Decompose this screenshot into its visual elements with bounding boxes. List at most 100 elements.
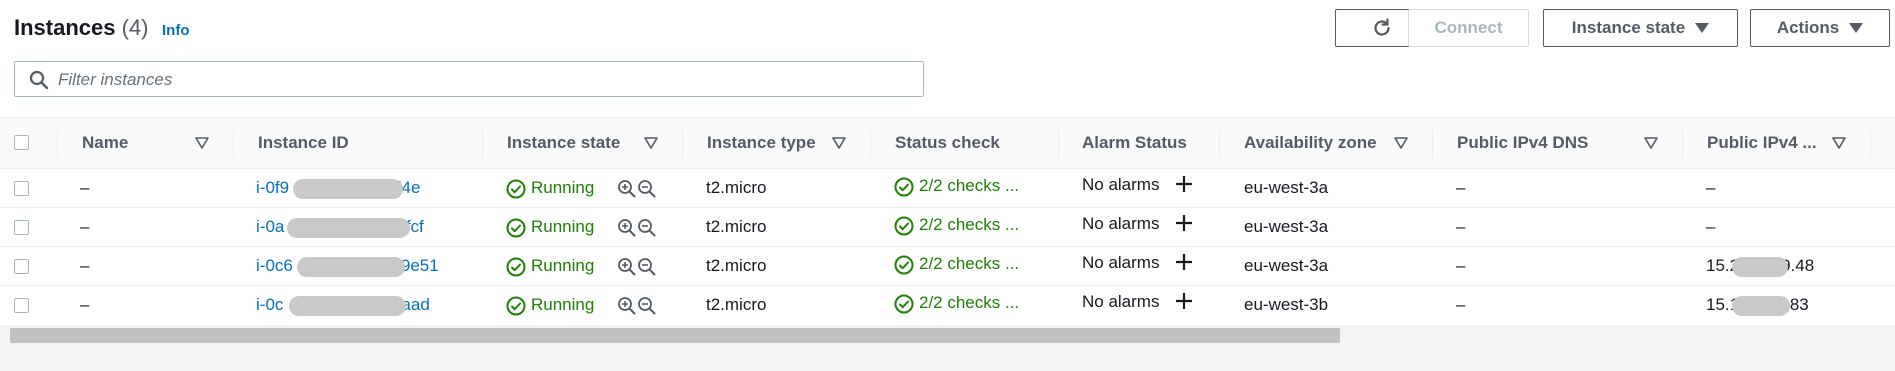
public-ipv4-start: – [1706, 178, 1716, 197]
plus-icon[interactable] [1175, 175, 1193, 193]
check-circle-icon [894, 294, 914, 314]
table-row[interactable]: – i-0c6 9e51 Running t2.micro 2/2 checks … [0, 247, 1895, 286]
zoom-in-icon[interactable] [617, 296, 637, 316]
public-ipv4-value: – [1706, 178, 1715, 198]
instance-state-value: Running [531, 178, 595, 197]
table-row[interactable]: – i-0c aad Running t2.micro 2/2 checks ..… [0, 286, 1895, 325]
redaction-mask [289, 296, 406, 316]
instance-type-value: t2.micro [706, 217, 767, 236]
instance-type-value: t2.micro [706, 178, 767, 197]
redaction-mask [287, 218, 410, 238]
table-row[interactable]: – i-0a bfcf Running t2.micro 2/2 checks .… [0, 208, 1895, 247]
alarm-status-value: No alarms [1082, 253, 1160, 272]
page-title: Instances (4) [14, 15, 149, 41]
table-row[interactable]: – i-0f9 d4e Running t2.micro 2/2 checks .… [0, 169, 1895, 208]
table-header: Name Instance ID Instance state Instance… [0, 117, 1895, 169]
column-header-instance-state[interactable]: Instance state [507, 133, 620, 153]
connect-button[interactable]: Connect [1408, 9, 1529, 47]
check-circle-icon [894, 216, 914, 236]
instance-state-value: Running [531, 295, 595, 314]
horizontal-scrollbar-thumb[interactable] [10, 328, 1340, 343]
column-header-public-ipv4[interactable]: Public IPv4 ... [1707, 133, 1817, 153]
status-check-link[interactable]: 2/2 checks ... [919, 215, 1019, 235]
search-placeholder: Filter instances [58, 70, 173, 89]
instance-id-start: i-0f9 [256, 178, 290, 197]
row-checkbox[interactable] [14, 181, 29, 196]
check-circle-icon [506, 218, 526, 238]
instance-state-value: Running [531, 256, 595, 275]
title-text: Instances [14, 15, 116, 40]
search-input[interactable]: Filter instances [14, 61, 924, 97]
instance-type-value: t2.micro [706, 295, 767, 314]
alarm-status-value: No alarms [1082, 175, 1160, 194]
plus-icon[interactable] [1175, 253, 1193, 271]
sort-down-icon[interactable] [832, 137, 846, 149]
status-check-link[interactable]: 2/2 checks ... [919, 176, 1019, 196]
status-check-link[interactable]: 2/2 checks ... [919, 293, 1019, 313]
select-all-checkbox[interactable] [14, 135, 29, 150]
check-circle-icon [506, 179, 526, 199]
zoom-in-icon[interactable] [617, 179, 637, 199]
alarm-status-value: No alarms [1082, 214, 1160, 233]
redaction-mask [293, 179, 403, 199]
public-dns-value: – [1456, 217, 1466, 236]
instance-name: – [80, 217, 90, 236]
public-dns-value: – [1456, 295, 1466, 314]
zoom-out-icon[interactable] [637, 218, 657, 238]
instance-name: – [80, 256, 90, 275]
sort-down-icon[interactable] [644, 137, 658, 149]
plus-icon[interactable] [1175, 292, 1193, 310]
instance-name: – [80, 295, 90, 314]
page-header: Instances (4) Info Connect Instance stat… [0, 0, 1895, 58]
instance-id-start: i-0a [256, 217, 285, 236]
instance-id-start: i-0c6 [256, 256, 293, 275]
alarm-status-value: No alarms [1082, 292, 1160, 311]
availability-zone-value: eu-west-3a [1244, 256, 1329, 275]
zoom-out-icon[interactable] [637, 257, 657, 277]
column-divider [233, 130, 234, 158]
instance-count: (4) [121, 15, 149, 40]
instance-state-dropdown[interactable]: Instance state [1543, 9, 1738, 47]
row-checkbox[interactable] [14, 298, 29, 313]
column-divider [1432, 130, 1433, 158]
instance-id-end: 9e51 [400, 256, 439, 275]
redaction-mask [297, 257, 405, 277]
instance-type-value: t2.micro [706, 256, 767, 275]
zoom-out-icon[interactable] [637, 179, 657, 199]
column-header-alarm-status[interactable]: Alarm Status [1082, 133, 1187, 153]
zoom-in-icon[interactable] [617, 218, 637, 238]
status-check-link[interactable]: 2/2 checks ... [919, 254, 1019, 274]
column-divider [1870, 130, 1871, 158]
sort-down-icon[interactable] [1832, 137, 1846, 149]
sort-down-icon[interactable] [1394, 137, 1408, 149]
info-link[interactable]: Info [162, 22, 190, 39]
public-ipv4-value: – [1706, 217, 1715, 237]
column-header-public-ipv4-dns[interactable]: Public IPv4 DNS [1457, 133, 1588, 153]
sort-down-icon[interactable] [1644, 137, 1658, 149]
column-divider [1682, 130, 1683, 158]
check-circle-icon [894, 177, 914, 197]
zoom-out-icon[interactable] [637, 296, 657, 316]
redaction-mask [1732, 296, 1790, 316]
refresh-icon [1373, 18, 1390, 36]
actions-dropdown[interactable]: Actions [1750, 9, 1890, 47]
column-header-availability-zone[interactable]: Availability zone [1244, 133, 1377, 153]
plus-icon[interactable] [1175, 214, 1193, 232]
availability-zone-value: eu-west-3a [1244, 178, 1329, 197]
public-dns-value: – [1456, 178, 1466, 197]
instance-name: – [80, 178, 90, 197]
column-header-instance-id[interactable]: Instance ID [258, 133, 349, 153]
public-ipv4-start: – [1706, 217, 1716, 236]
zoom-in-icon[interactable] [617, 257, 637, 277]
caret-down-icon [1695, 23, 1710, 33]
column-divider [1058, 130, 1059, 158]
column-header-name[interactable]: Name [82, 133, 128, 153]
column-divider [682, 130, 683, 158]
check-circle-icon [894, 255, 914, 275]
instance-id-start: i-0c [256, 295, 284, 314]
row-checkbox[interactable] [14, 220, 29, 235]
column-header-status-check[interactable]: Status check [895, 133, 1000, 153]
sort-down-icon[interactable] [195, 137, 209, 149]
column-header-instance-type[interactable]: Instance type [707, 133, 816, 153]
row-checkbox[interactable] [14, 259, 29, 274]
